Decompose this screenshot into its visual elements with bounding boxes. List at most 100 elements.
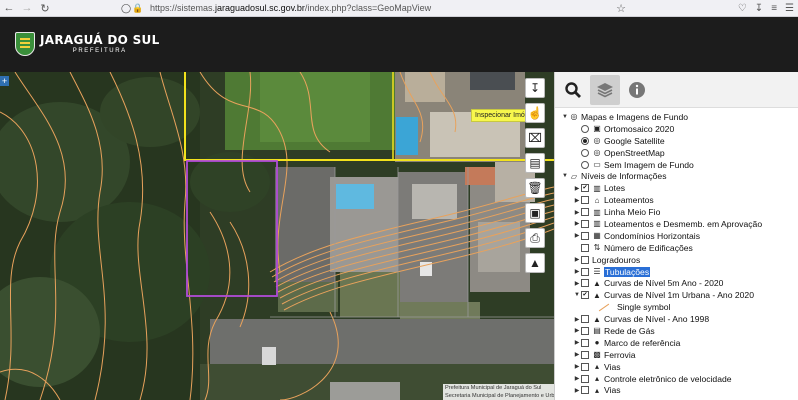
caret-right-icon[interactable]: ▶: [573, 256, 581, 263]
layer-row[interactable]: ◎ Google Satellite: [561, 135, 798, 147]
layer-checkbox[interactable]: [581, 386, 589, 395]
layer-checkbox[interactable]: [581, 243, 589, 252]
layer-row[interactable]: ▶ ▥ Loteamentos e Desmemb. em Aprovação: [561, 218, 798, 230]
layer-checkbox-checked[interactable]: ✔: [581, 291, 589, 300]
layer-label[interactable]: Tubulações: [604, 266, 651, 277]
layer-row[interactable]: ▶ ▴ Controle eletrônico de velocidade: [561, 373, 798, 385]
layer-row[interactable]: ▶ ▴ Vias: [561, 361, 798, 373]
layer-label[interactable]: Rede de Gás: [604, 326, 655, 336]
caret-right-icon[interactable]: ▶: [573, 363, 581, 370]
layer-row[interactable]: ▶ ▩ Ferrovia: [561, 349, 798, 361]
layer-row[interactable]: ▭ Sem Imagem de Fundo: [561, 159, 798, 171]
image-export-icon[interactable]: ▣: [525, 203, 545, 223]
url-text[interactable]: https://sistemas.jaraguadosul.sc.gov.br/…: [150, 3, 431, 13]
layer-label[interactable]: Sem Imagem de Fundo: [604, 160, 694, 170]
layer-row[interactable]: ▣ Ortomosaico 2020: [561, 123, 798, 135]
pdf-export-icon[interactable]: ⎙: [525, 228, 545, 248]
bookmarks-icon[interactable]: ≡: [771, 3, 777, 14]
layer-label[interactable]: Vias: [604, 362, 621, 372]
reload-icon[interactable]: ↻: [36, 0, 54, 16]
layer-label[interactable]: Curvas de Nível - Ano 1998: [604, 314, 709, 324]
layer-checkbox[interactable]: [581, 279, 589, 288]
forward-icon[interactable]: →: [18, 0, 36, 16]
bookmark-star-icon[interactable]: ☆: [612, 0, 630, 16]
lock-icon[interactable]: 🔒: [132, 3, 144, 14]
layer-label[interactable]: Vias: [604, 385, 621, 395]
layer-label[interactable]: Controle eletrônico de velocidade: [604, 374, 732, 384]
caret-right-icon[interactable]: ▶: [573, 232, 581, 239]
extensions-icon[interactable]: ☰: [785, 3, 794, 14]
caret-right-icon[interactable]: ▶: [573, 339, 581, 346]
layer-row[interactable]: ▶ ▥ Linha Meio Fio: [561, 206, 798, 218]
caret-right-icon[interactable]: ▶: [573, 185, 581, 192]
layer-checkbox[interactable]: [581, 374, 589, 383]
layer-checkbox[interactable]: [581, 219, 589, 228]
caret-right-icon[interactable]: ▶: [573, 375, 581, 382]
basemap-radio-selected[interactable]: [581, 136, 589, 145]
layer-row[interactable]: ▶ ⌂ Loteamentos: [561, 194, 798, 206]
layer-row[interactable]: ◎ OpenStreetMap: [561, 147, 798, 159]
layer-row[interactable]: ▼ ✔ ▲ Curvas de Nível 1m Urbana - Ano 2020: [561, 289, 798, 301]
layer-checkbox[interactable]: [581, 208, 589, 217]
layer-label[interactable]: Níveis de Informações: [581, 171, 667, 181]
layer-row[interactable]: ▼ ◎ Mapas e Imagens de Fundo: [561, 111, 798, 123]
layer-row[interactable]: ▶ Logradouros: [561, 254, 798, 266]
caret-right-icon[interactable]: ▶: [573, 197, 581, 204]
layer-label[interactable]: Linha Meio Fio: [604, 207, 660, 217]
caret-right-icon[interactable]: ▶: [573, 220, 581, 227]
layer-row[interactable]: ▶ ● Marco de referência: [561, 337, 798, 349]
address-bar[interactable]: ◯ 🔒 https://sistemas.jaraguadosul.sc.gov…: [120, 1, 632, 15]
layer-row[interactable]: ▶ ☰ Tubulações: [561, 266, 798, 278]
layer-checkbox[interactable]: [581, 338, 589, 347]
layer-row[interactable]: ▶ ▲ Curvas de Nível - Ano 1998: [561, 313, 798, 325]
trash-icon[interactable]: 🗑: [525, 178, 545, 198]
layer-row[interactable]: Single symbol: [561, 301, 798, 313]
measure-icon[interactable]: ⌧: [525, 128, 545, 148]
zoom-in-button[interactable]: +: [0, 76, 9, 86]
layer-row[interactable]: ▶ ▲ Curvas de Nível 5m Ano - 2020: [561, 277, 798, 289]
layer-label[interactable]: Google Satellite: [604, 136, 665, 146]
city-logo[interactable]: JARAGUÁ DO SUL PREFEITURA: [15, 29, 160, 59]
shield-icon[interactable]: ◯: [120, 3, 132, 14]
caret-right-icon[interactable]: ▶: [573, 316, 581, 323]
layer-checkbox[interactable]: [581, 196, 589, 205]
layer-checkbox[interactable]: [581, 231, 589, 240]
caret-right-icon[interactable]: ▶: [573, 268, 581, 275]
layers-tab[interactable]: [590, 74, 620, 105]
caret-right-icon[interactable]: ▶: [573, 209, 581, 216]
road-tool-icon[interactable]: ▲: [525, 253, 545, 273]
caret-down-icon[interactable]: ▼: [573, 292, 581, 298]
caret-right-icon[interactable]: ▶: [573, 387, 581, 394]
pocket-icon[interactable]: ♡: [738, 3, 747, 14]
layer-label[interactable]: Ferrovia: [604, 350, 636, 360]
layer-checkbox[interactable]: [581, 315, 589, 324]
layer-label[interactable]: Lotes: [604, 183, 625, 193]
layer-label[interactable]: Loteamentos e Desmemb. em Aprovação: [604, 219, 762, 229]
layer-checkbox[interactable]: [581, 326, 589, 335]
layer-row[interactable]: ⇅ Número de Edificações: [561, 242, 798, 254]
inspect-property-icon[interactable]: ☝: [525, 103, 545, 123]
basemap-radio[interactable]: [581, 148, 589, 157]
caret-right-icon[interactable]: ▶: [573, 327, 581, 334]
layer-label[interactable]: Ortomosaico 2020: [604, 124, 674, 134]
ruler-icon[interactable]: ▤: [525, 153, 545, 173]
basemap-radio[interactable]: [581, 160, 589, 169]
layer-checkbox-checked[interactable]: ✔: [581, 184, 589, 193]
layer-label[interactable]: Logradouros: [592, 255, 640, 265]
layer-label[interactable]: Marco de referência: [604, 338, 680, 348]
caret-right-icon[interactable]: ▶: [573, 280, 581, 287]
caret-down-icon[interactable]: ▼: [561, 114, 569, 120]
layer-label[interactable]: Curvas de Nível 1m Urbana - Ano 2020: [604, 290, 754, 300]
layer-label[interactable]: Mapas e Imagens de Fundo: [581, 112, 688, 122]
caret-right-icon[interactable]: ▶: [573, 351, 581, 358]
layer-row[interactable]: ▶ ✔ ▥ Lotes: [561, 182, 798, 194]
layer-checkbox[interactable]: [581, 362, 589, 371]
layer-row[interactable]: ▶ ▦ Condomínios Horizontais: [561, 230, 798, 242]
layer-checkbox[interactable]: [581, 255, 589, 264]
layer-label[interactable]: Loteamentos: [604, 195, 654, 205]
info-tab[interactable]: [622, 75, 652, 105]
layer-checkbox[interactable]: [581, 350, 589, 359]
layer-label[interactable]: Single symbol: [617, 302, 671, 312]
layer-checkbox[interactable]: [581, 267, 589, 276]
layer-label[interactable]: Número de Edificações: [604, 243, 693, 253]
